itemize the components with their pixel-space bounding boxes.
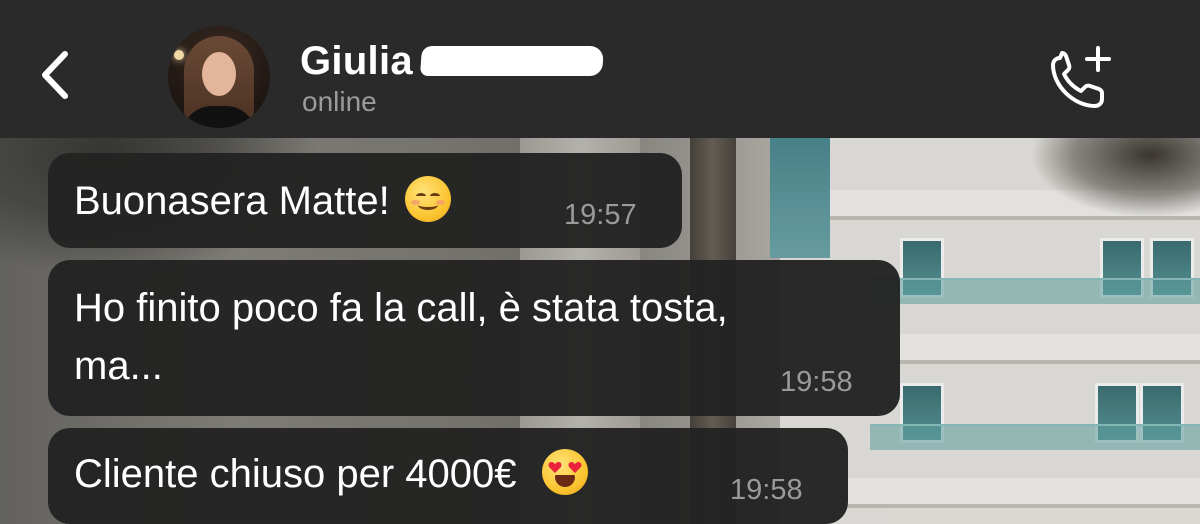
message-text: ma... bbox=[74, 344, 163, 388]
name-redaction bbox=[419, 46, 604, 76]
avatar[interactable] bbox=[168, 26, 270, 128]
chevron-left-icon bbox=[42, 51, 68, 99]
message-bubble[interactable]: Buonasera Matte! 19:57 bbox=[48, 153, 682, 248]
message-text: Ho finito poco fa la call, è stata tosta… bbox=[74, 286, 728, 330]
phone-plus-icon bbox=[1051, 46, 1111, 108]
message-text-row: Buonasera Matte! bbox=[74, 169, 451, 233]
chat-header: Giulia online bbox=[0, 0, 1200, 138]
contact-name-row[interactable]: Giulia bbox=[300, 36, 604, 86]
message-text: Cliente chiuso per 4000€ bbox=[74, 452, 517, 496]
message-time: 19:58 bbox=[730, 474, 803, 506]
avatar-background-light bbox=[174, 50, 184, 60]
message-bubble[interactable]: Ho finito poco fa la call, è stata tosta… bbox=[48, 260, 900, 416]
smiling-face-icon bbox=[404, 176, 451, 222]
heart-eyes-icon bbox=[541, 449, 588, 495]
message-bubble[interactable]: Cliente chiuso per 4000€ 19:58 bbox=[48, 428, 848, 524]
avatar-face bbox=[202, 52, 236, 96]
contact-status: online bbox=[302, 86, 377, 117]
message-time: 19:57 bbox=[564, 199, 637, 231]
add-call-button[interactable] bbox=[1046, 44, 1118, 110]
message-text: Buonasera Matte! bbox=[74, 179, 390, 223]
contact-name: Giulia bbox=[300, 38, 413, 83]
back-button[interactable] bbox=[20, 40, 90, 110]
message-time: 19:58 bbox=[780, 366, 853, 398]
message-text-row: Cliente chiuso per 4000€ bbox=[74, 442, 588, 506]
